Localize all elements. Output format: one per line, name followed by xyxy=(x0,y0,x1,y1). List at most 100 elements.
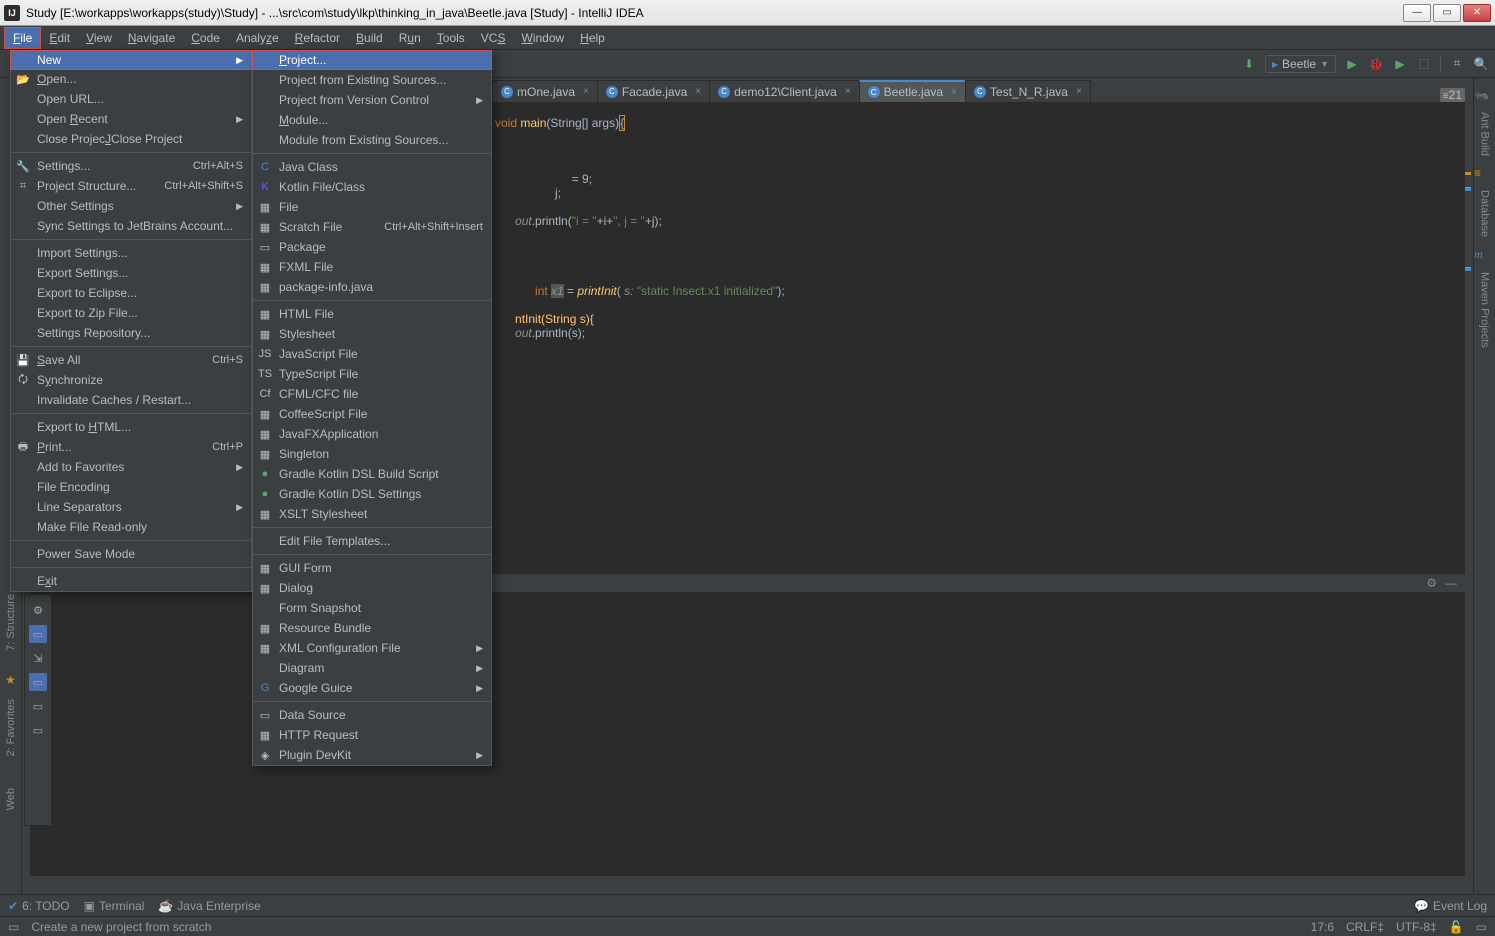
new-menu-typescript-file[interactable]: TSTypeScript File xyxy=(253,364,491,384)
tab-client[interactable]: Cdemo12\Client.java× xyxy=(709,80,860,102)
tool-java-enterprise[interactable]: ☕Java Enterprise xyxy=(158,899,260,913)
new-menu-http-request[interactable]: ▦HTTP Request xyxy=(253,725,491,745)
tool-todo[interactable]: ✔6: TODO xyxy=(8,899,70,913)
struct-sort-icon[interactable]: ⚙ xyxy=(29,601,47,619)
new-menu-edit-file-templates-[interactable]: Edit File Templates... xyxy=(253,531,491,551)
new-menu-gui-form[interactable]: ▦GUI Form xyxy=(253,558,491,578)
tool-database[interactable]: ≡Database xyxy=(1474,166,1495,237)
coverage-icon[interactable]: ▶ xyxy=(1392,56,1408,72)
tabs-overflow-badge[interactable]: ≡21 xyxy=(1440,88,1465,102)
file-menu-make-file-read-only[interactable]: Make File Read-only xyxy=(11,517,251,537)
search-everywhere-icon[interactable]: 🔍 xyxy=(1473,56,1489,72)
new-menu-singleton[interactable]: ▦Singleton xyxy=(253,444,491,464)
run-config-selector[interactable]: ▸ Beetle ▼ xyxy=(1265,55,1336,73)
menu-vcs[interactable]: VCS xyxy=(473,28,514,48)
file-menu-print-[interactable]: 🖶Print...Ctrl+P xyxy=(11,437,251,457)
struct-collapse-icon[interactable]: ▭ xyxy=(29,721,47,739)
file-menu-invalidate-caches-restart-[interactable]: Invalidate Caches / Restart... xyxy=(11,390,251,410)
event-log-button[interactable]: 💬Event Log xyxy=(1414,899,1487,913)
new-menu-xml-configuration-file[interactable]: ▦XML Configuration File▶ xyxy=(253,638,491,658)
file-menu-close-project[interactable]: Close ProjecJClose Project xyxy=(11,129,251,149)
file-menu-line-separators[interactable]: Line Separators▶ xyxy=(11,497,251,517)
file-menu-synchronize[interactable]: 🗘Synchronize xyxy=(11,370,251,390)
new-menu-resource-bundle[interactable]: ▦Resource Bundle xyxy=(253,618,491,638)
file-menu-export-to-zip-file-[interactable]: Export to Zip File... xyxy=(11,303,251,323)
new-menu-xslt-stylesheet[interactable]: ▦XSLT Stylesheet xyxy=(253,504,491,524)
tool-maven[interactable]: mMaven Projects xyxy=(1474,247,1495,348)
tab-test[interactable]: CTest_N_R.java× xyxy=(965,80,1091,102)
new-menu-module-[interactable]: Module... xyxy=(253,110,491,130)
new-menu-scratch-file[interactable]: ▦Scratch FileCtrl+Alt+Shift+Insert xyxy=(253,217,491,237)
tool-ant-build[interactable]: 🐜Ant Build xyxy=(1474,88,1495,156)
minimize-panel-icon[interactable]: — xyxy=(1445,576,1457,590)
project-structure-icon[interactable]: ⌗ xyxy=(1449,56,1465,72)
file-menu-export-settings-[interactable]: Export Settings... xyxy=(11,263,251,283)
file-menu-project-structure-[interactable]: ⌗Project Structure...Ctrl+Alt+Shift+S xyxy=(11,176,251,196)
file-menu-power-save-mode[interactable]: Power Save Mode xyxy=(11,544,251,564)
new-menu-java-class[interactable]: CJava Class xyxy=(253,157,491,177)
menu-view[interactable]: View xyxy=(78,28,120,48)
file-menu-sync-settings-to-jetbrains-account-[interactable]: Sync Settings to JetBrains Account... xyxy=(11,216,251,236)
file-menu-open-url-[interactable]: Open URL... xyxy=(11,89,251,109)
new-menu-gradle-kotlin-dsl-build-script[interactable]: ●Gradle Kotlin DSL Build Script xyxy=(253,464,491,484)
line-separator[interactable]: CRLF‡ xyxy=(1346,920,1384,934)
menu-tools[interactable]: Tools xyxy=(429,28,473,48)
new-menu-gradle-kotlin-dsl-settings[interactable]: ●Gradle Kotlin DSL Settings xyxy=(253,484,491,504)
new-menu-project-[interactable]: Project... xyxy=(252,50,492,70)
run-button-icon[interactable]: ▶ xyxy=(1344,56,1360,72)
tab-close-icon[interactable]: × xyxy=(1076,86,1082,97)
menu-build[interactable]: Build xyxy=(348,28,391,48)
file-menu-other-settings[interactable]: Other Settings▶ xyxy=(11,196,251,216)
struct-filter-icon[interactable]: ▭ xyxy=(29,697,47,715)
file-menu-settings-[interactable]: 🔧Settings...Ctrl+Alt+S xyxy=(11,156,251,176)
file-menu-new[interactable]: New▶ xyxy=(10,50,252,70)
close-window-button[interactable]: ✕ xyxy=(1463,4,1491,22)
menu-window[interactable]: Window xyxy=(513,28,572,48)
new-menu-package[interactable]: ▭Package xyxy=(253,237,491,257)
new-menu-javafxapplication[interactable]: ▦JavaFXApplication xyxy=(253,424,491,444)
menu-file[interactable]: File xyxy=(4,27,41,49)
new-menu-file[interactable]: ▦File xyxy=(253,197,491,217)
file-menu-open-recent[interactable]: Open Recent▶ xyxy=(11,109,251,129)
new-menu-google-guice[interactable]: GGoogle Guice▶ xyxy=(253,678,491,698)
quick-actions-icon[interactable]: ▭ xyxy=(8,920,19,934)
tool-terminal[interactable]: ▣Terminal xyxy=(84,899,145,913)
new-menu-html-file[interactable]: ▦HTML File xyxy=(253,304,491,324)
new-menu-diagram[interactable]: Diagram▶ xyxy=(253,658,491,678)
tab-close-icon[interactable]: × xyxy=(845,86,851,97)
maximize-button[interactable]: ▭ xyxy=(1433,4,1461,22)
new-menu-stylesheet[interactable]: ▦Stylesheet xyxy=(253,324,491,344)
file-encoding[interactable]: UTF-8‡ xyxy=(1396,920,1437,934)
tab-facade[interactable]: CFacade.java× xyxy=(597,80,710,102)
menu-run[interactable]: Run xyxy=(391,28,429,48)
file-menu-exit[interactable]: Exit xyxy=(11,571,251,591)
menu-edit[interactable]: Edit xyxy=(41,28,78,48)
new-menu-data-source[interactable]: ▭Data Source xyxy=(253,705,491,725)
tab-close-icon[interactable]: × xyxy=(951,87,957,98)
new-menu-coffeescript-file[interactable]: ▦CoffeeScript File xyxy=(253,404,491,424)
new-menu-javascript-file[interactable]: JSJavaScript File xyxy=(253,344,491,364)
tool-favorites[interactable]: ★2: Favorites xyxy=(0,667,21,772)
file-menu-open-[interactable]: 📂Open... xyxy=(11,69,251,89)
menu-analyze[interactable]: Analyze xyxy=(228,28,287,48)
file-menu-import-settings-[interactable]: Import Settings... xyxy=(11,243,251,263)
tab-beetle[interactable]: CBeetle.java× xyxy=(859,80,966,102)
menu-code[interactable]: Code xyxy=(183,28,228,48)
file-menu-settings-repository-[interactable]: Settings Repository... xyxy=(11,323,251,343)
struct-view-icon[interactable]: ▭ xyxy=(29,625,47,643)
stop-button-icon[interactable] xyxy=(1416,56,1432,72)
new-menu-project-from-existing-sources-[interactable]: Project from Existing Sources... xyxy=(253,70,491,90)
struct-expand-icon[interactable]: ⇲ xyxy=(29,649,47,667)
file-menu-export-to-html-[interactable]: Export to HTML... xyxy=(11,417,251,437)
new-menu-plugin-devkit[interactable]: ◈Plugin DevKit▶ xyxy=(253,745,491,765)
menu-navigate[interactable]: Navigate xyxy=(120,28,183,48)
menu-refactor[interactable]: Refactor xyxy=(287,28,348,48)
new-menu-kotlin-file-class[interactable]: KKotlin File/Class xyxy=(253,177,491,197)
new-menu-dialog[interactable]: ▦Dialog xyxy=(253,578,491,598)
debug-button-icon[interactable]: 🐞 xyxy=(1368,56,1384,72)
new-menu-form-snapshot[interactable]: Form Snapshot xyxy=(253,598,491,618)
new-menu-cfml-cfc-file[interactable]: CfCFML/CFC file xyxy=(253,384,491,404)
menu-help[interactable]: Help xyxy=(572,28,613,48)
tab-close-icon[interactable]: × xyxy=(583,86,589,97)
file-menu-file-encoding[interactable]: File Encoding xyxy=(11,477,251,497)
